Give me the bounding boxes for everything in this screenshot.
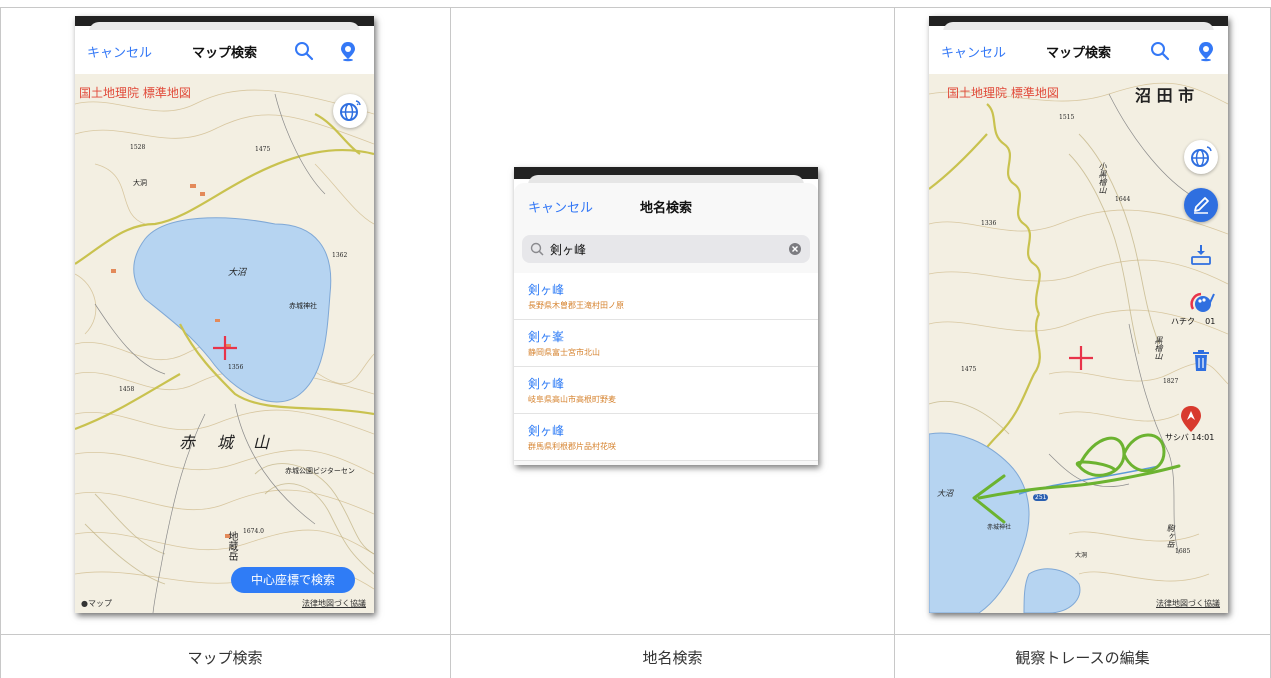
list-item[interactable]: 剣ヶ峯 静岡県富士宮市北山 (514, 320, 818, 367)
globe-wifi-button[interactable] (333, 94, 367, 128)
caption-trace-edit: 観察トレースの編集 (1015, 649, 1150, 667)
palette-label-text: ハチク (1171, 317, 1195, 326)
map-label-ohora: 大洞 (133, 179, 147, 187)
map-label-mountain-b: 城 (217, 433, 234, 452)
pencil-icon (1194, 197, 1209, 214)
palette-button[interactable] (1184, 286, 1218, 320)
result-name: 剣ヶ峰 (528, 377, 565, 391)
table-border-top (0, 7, 1271, 8)
navigation-bar: キャンセル マップ検索 (75, 30, 374, 74)
location-pin-icon[interactable] (337, 40, 359, 62)
table-divider (0, 634, 1271, 635)
caption-map-search: マップ検索 (187, 649, 263, 667)
search-icon (530, 242, 544, 256)
map-label-lake: 大沼 (228, 268, 247, 278)
apple-maps-label: マップ (87, 599, 112, 608)
column-divider-2 (894, 7, 895, 678)
page-title: 地名検索 (639, 201, 692, 216)
navigation-bar: キャンセル マップ検索 (929, 30, 1228, 74)
caption-place-search: 地名検索 (642, 649, 703, 667)
globe-icon (1191, 146, 1212, 167)
result-name: 剣ヶ峰 (528, 424, 565, 438)
result-name: 剣ヶ峯 (528, 330, 565, 344)
map-label-shrine: 赤城神社 (987, 524, 1012, 531)
page-title: マップ検索 (191, 46, 257, 61)
map-label-mountain-c: 山 (253, 433, 270, 452)
map-source-label: 国土地理院 標準地図 (79, 86, 191, 100)
map-elevation-5: 1827 (1163, 378, 1179, 385)
map-label-koma: 駒ヶ岳 (1166, 524, 1175, 548)
palette-icon (1190, 292, 1215, 312)
topographic-map[interactable]: 国土地理院 標準地図 沼 田 市 小黒檜山 黒檜山 駒ヶ岳 大沼 赤城神社 25… (929, 74, 1228, 613)
route-badge: 251 (1033, 494, 1049, 501)
map-search-sheet: キャンセル マップ検索 (929, 30, 1228, 613)
map-elevation-4: 1475 (961, 366, 977, 373)
observation-marker (1181, 406, 1201, 432)
map-label-visitor-center: 赤城公園ビジターセン (285, 467, 355, 475)
map-attribution[interactable]: 法律地図づく協議 (1156, 598, 1220, 609)
map-elevation-1: 1528 (130, 144, 146, 151)
map-elevation-4: 1458 (119, 386, 135, 393)
map-elevation-1: 1515 (1059, 114, 1075, 121)
map-label-lake: 大沼 (937, 489, 953, 498)
result-address: 岐阜県高山市高根町野麦 (528, 395, 616, 404)
download-button[interactable] (1184, 238, 1218, 272)
map-search-sheet: キャンセル マップ検索 (75, 30, 374, 613)
clear-icon[interactable] (788, 242, 802, 256)
result-name: 剣ヶ峰 (528, 283, 565, 297)
map-label-kuro: 黒檜山 (1154, 336, 1163, 360)
map-elevation-6: 1674.0 (243, 528, 264, 535)
map-elevation-5: 1475 (255, 146, 271, 153)
delete-button[interactable] (1184, 344, 1218, 378)
globe-wifi-button[interactable] (1184, 140, 1218, 174)
map-label-mountain-a: 赤 (179, 433, 196, 452)
map-label-shrine: 赤城神社 (289, 302, 317, 310)
list-item[interactable]: 剣ヶ峰 長野県木曽郡王滝村田ノ原 (514, 273, 818, 320)
list-item[interactable]: 剣ヶ峰 群馬県利根郡片品村花咲 (514, 414, 818, 461)
column-divider-1 (450, 7, 451, 678)
map-label-jizo: 地蔵岳 (226, 531, 237, 561)
apple-maps-logo: ●マップ (81, 599, 112, 608)
edit-trace-button[interactable] (1184, 188, 1218, 222)
map-label-ohora: 大洞 (1075, 552, 1088, 559)
search-icon[interactable] (293, 40, 315, 62)
map-elevation-6: 1685 (1175, 548, 1191, 555)
map-attribution[interactable]: 法律地図づく協議 (302, 598, 366, 609)
download-icon (1191, 245, 1211, 265)
map-source-label: 国土地理院 標準地図 (947, 86, 1059, 100)
result-address: 長野県木曽郡王滝村田ノ原 (528, 301, 624, 310)
location-pin-icon[interactable] (1195, 40, 1217, 62)
map-elevation-2: 1644 (1115, 196, 1131, 203)
map-elevation-2: 1362 (332, 252, 348, 259)
table-border-left (0, 7, 1, 678)
search-field[interactable]: 剣ヶ峰 (522, 235, 810, 263)
place-search-sheet: キャンセル 地名検索 剣ヶ峰 剣ヶ峰 長野県木曽郡王滝村田ノ原 剣ヶ峯 静岡県富… (514, 183, 818, 465)
phone-screenshot-trace-edit: キャンセル マップ検索 国土地理院 標準地図 沼 田 市 小黒檜山 黒檜山 駒ヶ… (929, 16, 1228, 613)
marker-label[interactable]: サシバ 14:01 (1165, 432, 1214, 443)
globe-icon (340, 100, 361, 121)
phone-screenshot-map-search: キャンセル マップ検索 国土地理院 標準地図 大沼 赤城神社 赤 城 山 赤城公… (75, 16, 374, 613)
map-elevation-3: 1336 (981, 220, 997, 227)
palette-label: ハチク 01 (1171, 316, 1215, 327)
result-address: 静岡県富士宮市北山 (528, 348, 600, 357)
trash-icon (1193, 350, 1209, 371)
search-input[interactable]: 剣ヶ峰 (550, 241, 586, 258)
crosshair-icon (1069, 346, 1093, 370)
list-item[interactable]: 剣ヶ峰 岐阜県高山市高根町野麦 (514, 367, 818, 414)
page-title: マップ検索 (1045, 46, 1111, 61)
map-elevation-3: 1356 (228, 364, 244, 371)
search-center-button[interactable]: 中心座標で検索 (231, 567, 355, 593)
topographic-map[interactable]: 国土地理院 標準地図 大沼 赤城神社 赤 城 山 赤城公園ビジターセン 地蔵岳 … (75, 74, 374, 613)
palette-label-suffix: 01 (1205, 317, 1216, 326)
map-label-city: 沼 田 市 (1135, 86, 1195, 105)
place-search-dialog: キャンセル 地名検索 剣ヶ峰 剣ヶ峰 長野県木曽郡王滝村田ノ原 剣ヶ峯 静岡県富… (514, 167, 818, 465)
result-address: 群馬県利根郡片品村花咲 (528, 442, 616, 451)
map-label-koguro: 小黒檜山 (1098, 162, 1107, 194)
search-icon[interactable] (1149, 40, 1171, 62)
